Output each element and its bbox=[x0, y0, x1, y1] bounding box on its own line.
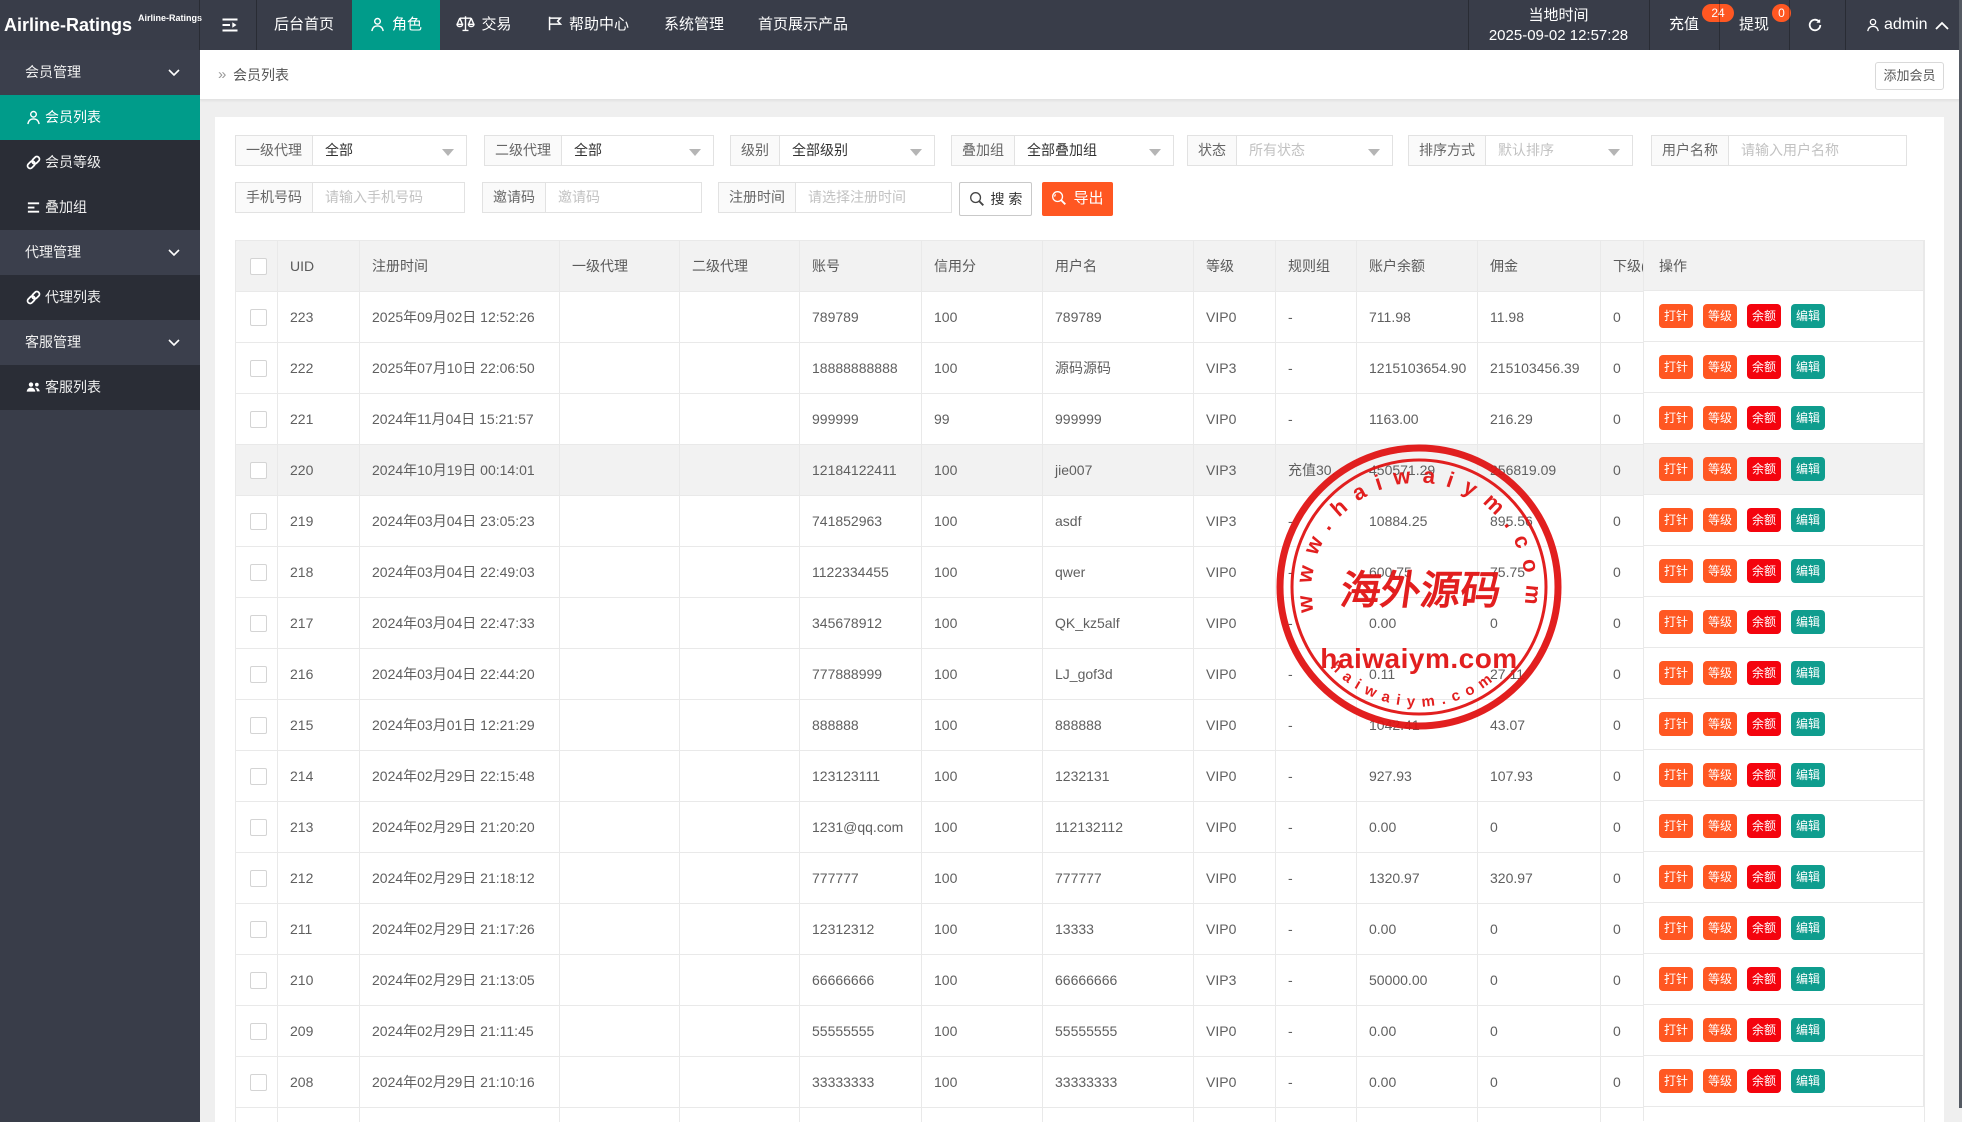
svg-text:海外源码: 海外源码 bbox=[1338, 568, 1504, 613]
svg-text:haiwaiym.com: haiwaiym.com bbox=[1320, 643, 1517, 674]
